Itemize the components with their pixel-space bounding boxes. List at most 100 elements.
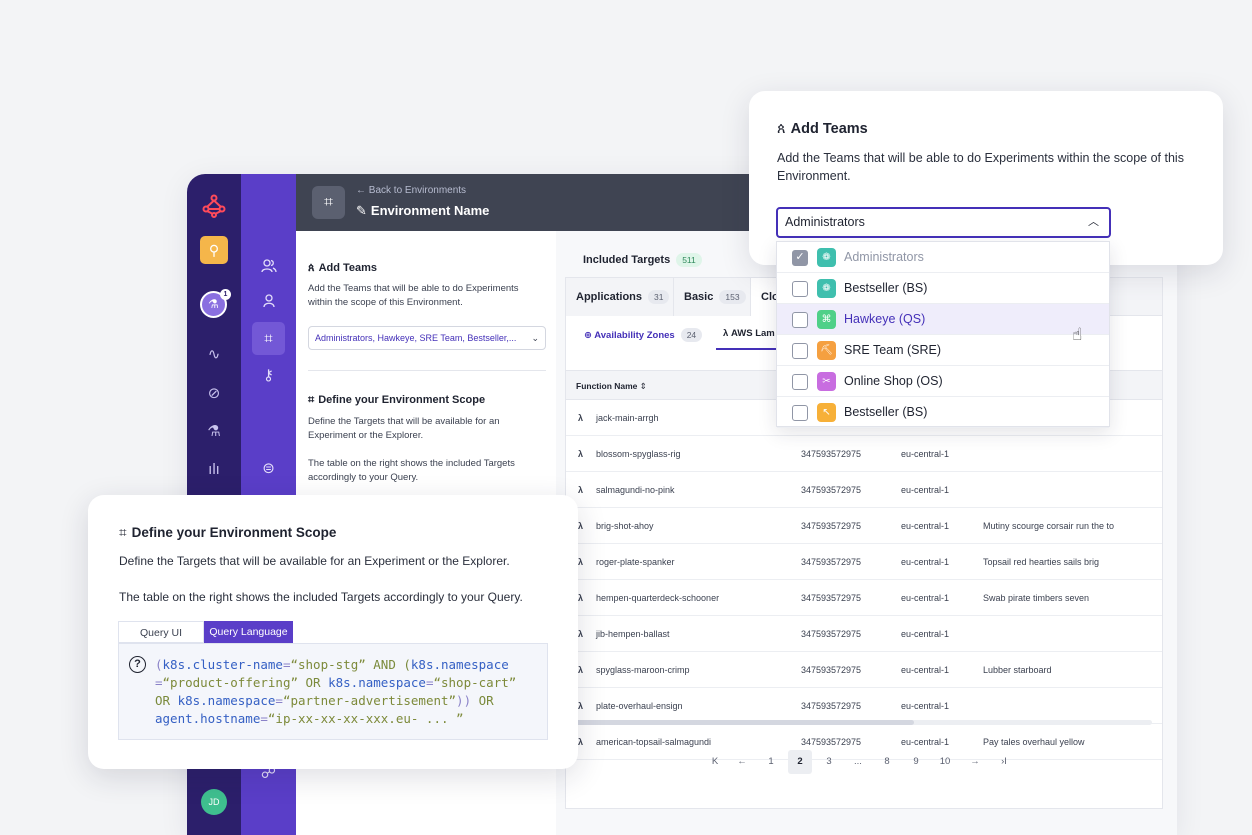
lambda-icon: λ	[578, 737, 584, 747]
teams-select-open[interactable]: Administrators ︿	[776, 207, 1111, 238]
account-cell: 347593572975	[801, 701, 862, 711]
page-button[interactable]: →	[963, 750, 987, 774]
environment-icon: ⌗	[312, 186, 345, 219]
team-avatar-icon: ↖	[817, 403, 836, 422]
active-subtab-underline	[716, 348, 776, 350]
team-option[interactable]: ✂ Online Shop (OS)	[777, 366, 1109, 397]
team-option-label: Online Shop (OS)	[844, 374, 943, 388]
team-checkbox[interactable]	[792, 312, 808, 328]
team-checkbox[interactable]	[792, 343, 808, 359]
subtab-count: 24	[680, 328, 703, 342]
query-editor[interactable]: ? (k8s.cluster-name=“shop-stg” AND (k8s.…	[118, 643, 548, 740]
table-row[interactable]: λ jib-hempen-ballast 347593572975 eu-centra…	[566, 616, 1162, 652]
function-name-cell: brig-shot-ahoy	[596, 521, 654, 531]
description-cell: Swab pirate timbers seven	[983, 593, 1090, 603]
tab-basic[interactable]: Basic 153	[674, 278, 751, 316]
function-name-cell: blossom-spyglass-rig	[596, 449, 681, 459]
account-cell: 347593572975	[801, 593, 862, 603]
attack-icon[interactable]: ⊘	[187, 384, 241, 402]
page-button[interactable]: 10	[933, 750, 957, 774]
teams-select[interactable]: Administrators, Hawkeye, SRE Team, Bests…	[308, 326, 546, 350]
table-row[interactable]: λ plate-overhaul-ensign 347593572975 eu-cen…	[566, 688, 1162, 724]
column-function-name[interactable]: Function Name ⇕	[576, 371, 647, 401]
popover-title: Add Teams	[790, 121, 868, 137]
tab-query-ui[interactable]: Query UI	[118, 621, 204, 643]
table-row[interactable]: λ roger-plate-spanker 347593572975 eu-centr…	[566, 544, 1162, 580]
query-token: AND (	[365, 657, 411, 672]
subtab-aws-lambda[interactable]: λ AWS Lam	[723, 328, 775, 339]
teams-select-value: Administrators	[785, 215, 865, 229]
query-token: =	[275, 693, 283, 708]
add-teams-heading: ጰ Add Teams	[308, 262, 377, 275]
team-avatar-icon: ❁	[817, 248, 836, 267]
user-icon[interactable]	[241, 294, 296, 312]
lambda-icon: λ	[578, 521, 584, 531]
agent-icon[interactable]: ⊜	[241, 459, 296, 477]
team-checkbox[interactable]	[792, 281, 808, 297]
team-avatar-icon: ❁	[817, 279, 836, 298]
team-checkbox[interactable]	[792, 405, 808, 421]
team-option[interactable]: ❁ Bestseller (BS)	[777, 273, 1109, 304]
tab-query-language[interactable]: Query Language	[204, 621, 293, 643]
page-button[interactable]: ...	[846, 750, 870, 774]
function-name-cell: american-topsail-salmagundi	[596, 737, 712, 747]
function-name-cell: spyglass-maroon-crimp	[596, 665, 690, 675]
page-button[interactable]: 2	[788, 750, 812, 774]
flask-icon[interactable]: ⚗	[187, 422, 241, 440]
user-avatar[interactable]: JD	[201, 789, 227, 815]
explorer-icon[interactable]: ⚲	[200, 236, 228, 264]
tab-applications[interactable]: Applications 31	[566, 278, 674, 316]
environment-name[interactable]: ✎ Environment Name	[356, 203, 489, 219]
query-token: (	[155, 657, 163, 672]
page-button[interactable]: K	[703, 750, 727, 774]
horizontal-scrollbar[interactable]	[576, 720, 1152, 725]
team-avatar-icon: ✂	[817, 372, 836, 391]
back-to-environments-link[interactable]: ← Back to Environments	[356, 185, 466, 196]
key-icon[interactable]: ⚷	[241, 366, 296, 384]
table-row[interactable]: λ spyglass-maroon-crimp 347593572975 eu-cen…	[566, 652, 1162, 688]
environments-nav-icon[interactable]: ⌗	[252, 322, 285, 355]
query-token: k8s.namespace	[410, 657, 509, 672]
activity-icon[interactable]: ∿	[187, 345, 241, 363]
function-name-cell: jack-main-arrgh	[596, 413, 659, 423]
lambda-icon: λ	[578, 701, 584, 711]
subtab-availability-zones[interactable]: ⊕ Availability Zones 24	[584, 328, 703, 342]
column-label: Function Name	[576, 381, 638, 391]
query-token: =	[155, 675, 163, 690]
query-line-3: OR k8s.namespace=“partner-advertisement”…	[155, 692, 539, 710]
page-button[interactable]: 3	[817, 750, 841, 774]
table-row[interactable]: λ blossom-spyglass-rig 347593572975 eu-cent…	[566, 436, 1162, 472]
query-token: ))	[456, 693, 472, 708]
teams-icon[interactable]	[241, 259, 296, 277]
team-option[interactable]: ⛏ SRE Team (SRE)	[777, 335, 1109, 366]
lambda-icon: λ	[578, 665, 584, 675]
page-button[interactable]: ←	[730, 750, 754, 774]
team-option[interactable]: ✓ ❁ Administrators	[777, 242, 1109, 273]
team-option[interactable]: ⌘ Hawkeye (QS)	[777, 304, 1109, 335]
page-button[interactable]: 8	[875, 750, 899, 774]
team-checkbox[interactable]	[792, 374, 808, 390]
description-cell: Topsail red hearties sails brig	[983, 557, 1100, 567]
pencil-icon: ✎	[356, 203, 367, 218]
page-button[interactable]: 1	[759, 750, 783, 774]
help-icon[interactable]: ?	[129, 656, 146, 673]
page-button[interactable]: ›I	[992, 750, 1016, 774]
team-option-label: Bestseller (BS)	[844, 405, 928, 419]
team-option-label: Hawkeye (QS)	[844, 312, 926, 326]
page-button[interactable]: 9	[904, 750, 928, 774]
region-cell: eu-central-1	[901, 665, 950, 675]
reports-icon[interactable]: ılı	[187, 461, 241, 478]
subtab-label: Availability Zones	[594, 330, 675, 341]
table-row[interactable]: λ brig-shot-ahoy 347593572975 eu-central-1 M…	[566, 508, 1162, 544]
lambda-icon: λ	[578, 449, 584, 459]
account-cell: 347593572975	[801, 521, 862, 531]
team-option[interactable]: ↖ Bestseller (BS)	[777, 397, 1109, 428]
team-option-label: SRE Team (SRE)	[844, 343, 942, 357]
team-checkbox[interactable]: ✓	[792, 250, 808, 266]
table-row[interactable]: λ salmagundi-no-pink 347593572975 eu-centra…	[566, 472, 1162, 508]
team-option-label: Bestseller (BS)	[844, 281, 928, 295]
logo-icon[interactable]	[187, 194, 241, 222]
table-row[interactable]: λ hempen-quarterdeck-schooner 347593572975…	[566, 580, 1162, 616]
scrollbar-thumb[interactable]	[576, 720, 914, 725]
scope-title: Define your Environment Scope	[318, 394, 486, 406]
